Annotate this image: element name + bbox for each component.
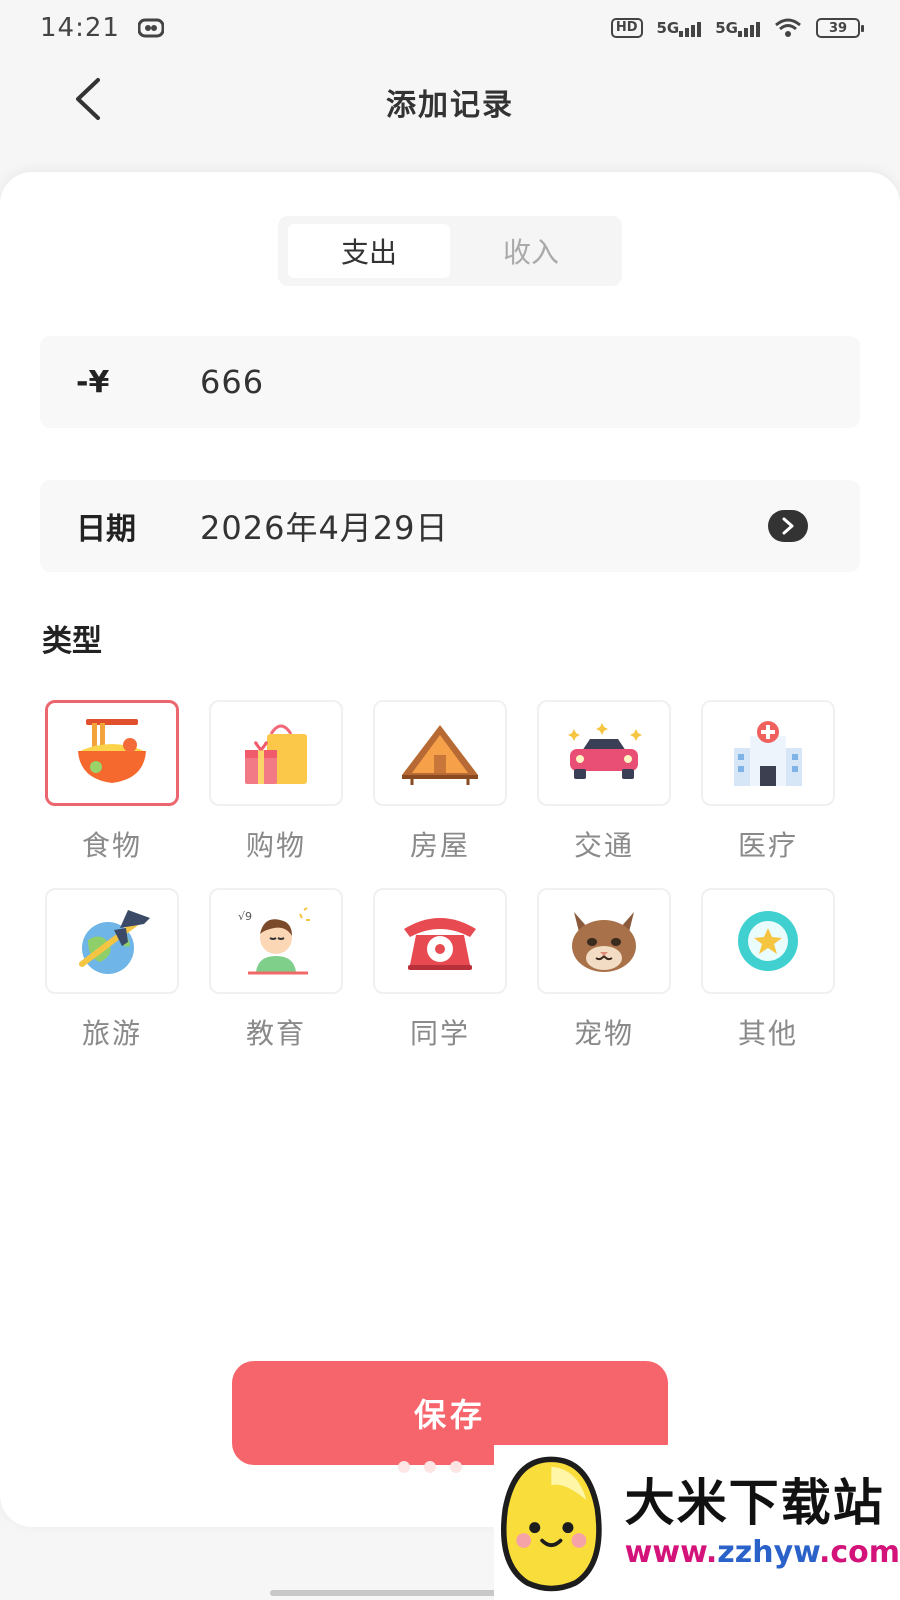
car-icon [568, 723, 642, 779]
shopping-bag-icon [245, 724, 307, 784]
category-travel[interactable]: 旅游 [42, 888, 182, 1052]
watermark: 大米下载站 www.zzhyw.com [494, 1445, 900, 1600]
category-label: 房屋 [409, 829, 470, 862]
category-education[interactable]: √9 教育 [206, 888, 346, 1052]
category-pet[interactable]: 宠物 [534, 888, 674, 1052]
header: 添加记录 [0, 56, 900, 166]
watermark-brand: 大米下载站 [624, 1473, 885, 1532]
form-card: 支出 收入 -¥ 666 日期 2026年4月29日 类型 食物 购物 房屋 交… [0, 172, 900, 1527]
category-classmate[interactable]: 同学 [370, 888, 510, 1052]
status-bar: 14:21 HD 5G 5G 39 [0, 0, 900, 56]
telephone-icon [404, 918, 476, 970]
category-label: 交通 [573, 829, 634, 862]
category-house[interactable]: 房屋 [370, 700, 510, 864]
category-transport[interactable]: 交通 [534, 700, 674, 864]
category-other[interactable]: 其他 [698, 888, 838, 1052]
category-label: 教育 [245, 1017, 306, 1050]
date-label: 日期 [76, 512, 136, 547]
amount-prefix: -¥ [76, 364, 110, 400]
house-icon [402, 725, 478, 785]
battery-icon: 39 [816, 18, 864, 38]
watermark-url: www.zzhyw.com [624, 1534, 900, 1570]
status-time: 14:21 [40, 13, 120, 43]
category-shopping[interactable]: 购物 [206, 700, 346, 864]
signal-5g-icon: 5G [657, 19, 702, 37]
network-label-2: 5G [715, 19, 738, 37]
category-label: 同学 [409, 1017, 470, 1050]
star-ring-icon [738, 911, 798, 971]
screen-record-icon [137, 18, 164, 38]
category-label: 其他 [737, 1017, 798, 1050]
category-label: 宠物 [573, 1017, 634, 1050]
signal-5g-icon-2: 5G [715, 19, 760, 37]
rice-mascot-logo [500, 1456, 602, 1591]
svg-text:√9: √9 [238, 910, 252, 923]
noodle-bowl-icon [78, 719, 146, 783]
date-picker-button[interactable] [768, 510, 808, 542]
hospital-icon [734, 721, 802, 786]
wifi-icon [774, 18, 802, 38]
category-label: 旅游 [81, 1017, 142, 1050]
date-value[interactable]: 2026年4月29日 [200, 503, 449, 549]
category-food[interactable]: 食物 [42, 700, 182, 864]
category-label: 食物 [81, 829, 142, 862]
amount-input[interactable]: 666 [200, 363, 264, 401]
category-section-title: 类型 [42, 624, 102, 659]
airplane-globe-icon [79, 910, 150, 974]
cat-icon [572, 912, 636, 972]
hd-badge: HD [610, 18, 643, 38]
chevron-right-icon [782, 517, 794, 535]
tab-income[interactable]: 收入 [450, 224, 612, 278]
amount-field[interactable]: -¥ 666 [40, 336, 860, 428]
type-toggle: 支出 收入 [278, 216, 622, 286]
student-icon: √9 [238, 907, 310, 975]
loading-dots [398, 1461, 462, 1473]
category-medical[interactable]: 医疗 [698, 700, 838, 864]
category-label: 医疗 [737, 829, 798, 862]
tab-expense[interactable]: 支出 [288, 224, 450, 278]
network-label: 5G [656, 19, 680, 37]
date-field[interactable]: 日期 2026年4月29日 [40, 480, 860, 572]
category-label: 购物 [245, 829, 306, 862]
page-title: 添加记录 [386, 88, 514, 123]
